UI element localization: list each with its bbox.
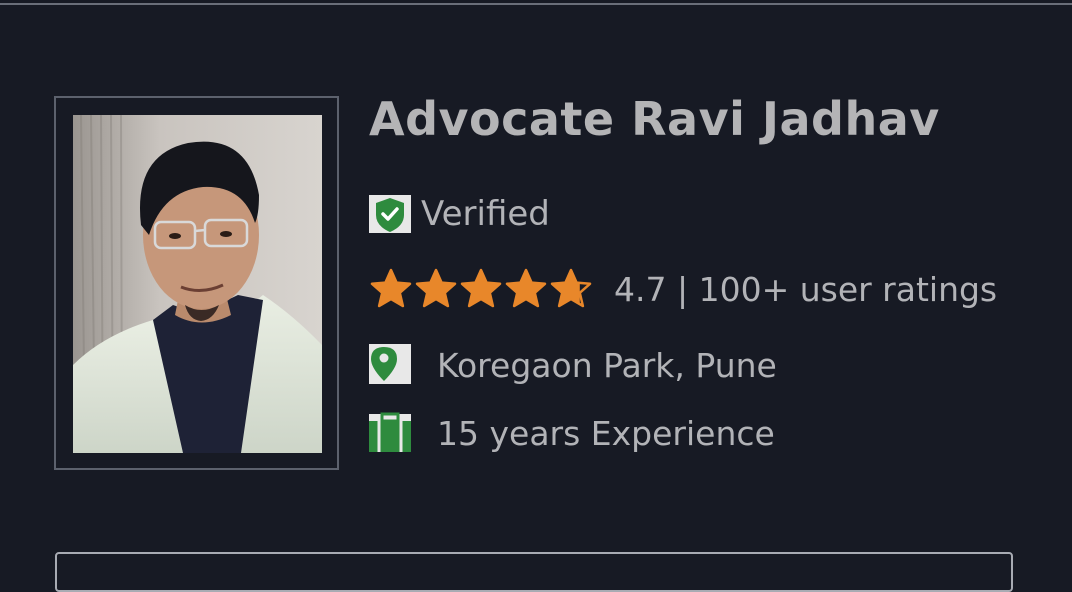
lawyer-name: Advocate Ravi Jadhav [369,92,940,146]
experience-text: 15 years Experience [437,413,775,453]
rating-row: 4.7 | 100+ user ratings [369,266,997,312]
top-divider [0,0,1072,5]
star-icon [415,268,457,308]
star-icon [460,268,502,308]
star-icon [505,268,547,308]
star-icon [370,268,412,308]
location-text: Koregaon Park, Pune [437,345,777,385]
rating-summary: 4.7 | 100+ user ratings [614,269,998,309]
experience-row: 15 years Experience [369,412,775,454]
profile-photo-frame [54,96,339,470]
map-pin-icon [369,344,411,386]
profile-photo [73,115,322,453]
next-section-card [55,552,1013,592]
verified-label: Verified [421,194,550,234]
shield-check-icon [369,193,411,235]
location-row: Koregaon Park, Pune [369,344,777,386]
verified-row: Verified [369,192,550,236]
briefcase-icon [369,412,411,454]
rating-stars [369,267,594,311]
star-icon [550,268,592,308]
